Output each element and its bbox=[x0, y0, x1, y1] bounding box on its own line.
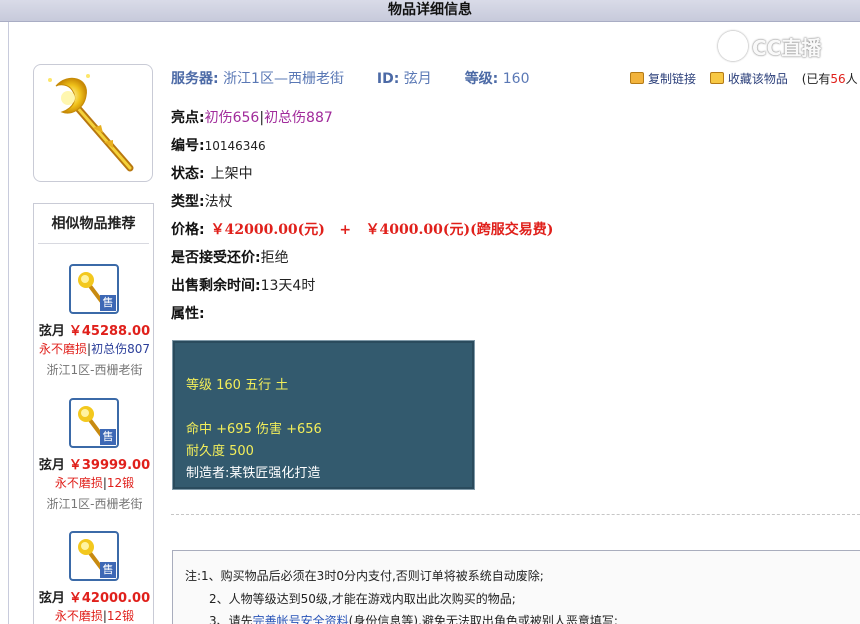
price-row: 价格: ￥42000.00(元) + ￥4000.00(元)(跨服交易费) bbox=[171, 220, 553, 240]
favorite-button[interactable]: 收藏该物品 bbox=[728, 72, 788, 86]
favorite-icon bbox=[709, 72, 724, 84]
sell-badge: 售 bbox=[100, 429, 116, 445]
notes-box: 注:1、购买物品后必须在3时0分内支付,否则订单将被系统自动废除; 2、人物等级… bbox=[172, 550, 860, 624]
sell-badge: 售 bbox=[100, 295, 116, 311]
counteroffer-row: 是否接受还价:拒绝 bbox=[171, 248, 289, 268]
rec-item-tag: 12锻 bbox=[106, 609, 135, 623]
server-label: 服务器: bbox=[171, 71, 219, 87]
rec-item-icon-1[interactable]: 售 bbox=[69, 264, 119, 314]
item-actions: 复制链接 收藏该物品 (已有56人 bbox=[630, 70, 858, 87]
remaining-label: 出售剩余时间: bbox=[171, 278, 261, 294]
price-fee: ￥4000.00(元)(跨服交易费) bbox=[365, 222, 554, 238]
rec-item-tag: 初总伤807 bbox=[91, 342, 150, 356]
rec-item-tags-2: 永不磨损|12锻 bbox=[34, 474, 155, 491]
attr-level-element: 等级 160 五行 土 bbox=[186, 378, 289, 393]
rec-item-tag: 永不磨损 bbox=[54, 476, 103, 490]
status-value: 上架中 bbox=[210, 166, 253, 182]
counteroffer-value: 拒绝 bbox=[260, 250, 289, 266]
note-line-1: 注:1、购买物品后必须在3时0分内支付,否则订单将被系统自动废除; bbox=[185, 569, 544, 583]
highlight-tag: 初总伤887 bbox=[264, 110, 333, 126]
page-title: 物品详细信息 bbox=[0, 0, 860, 22]
price-plus: + bbox=[339, 222, 352, 238]
rec-item-icon-2[interactable]: 售 bbox=[69, 398, 119, 448]
rec-item-name: 弦月 bbox=[38, 591, 65, 606]
counteroffer-label: 是否接受还价: bbox=[171, 250, 261, 266]
rec-item-price: ￥45288.00 bbox=[68, 324, 151, 339]
status-row: 状态: 上架中 bbox=[171, 164, 253, 184]
rec-item-tag: 永不磨损 bbox=[39, 342, 88, 356]
id-label: ID: bbox=[376, 71, 400, 87]
rec-item-price: ￥42000.00 bbox=[68, 591, 151, 606]
rec-item-tags-1: 永不磨损|初总伤807 bbox=[34, 340, 155, 357]
attr-maker: 制造者:某铁匠强化打造 bbox=[186, 466, 321, 481]
sell-badge: 售 bbox=[100, 562, 116, 578]
server-value: 浙江1区—西栅老街 bbox=[223, 71, 344, 87]
rec-item-name: 弦月 bbox=[38, 458, 65, 473]
item-image bbox=[33, 64, 153, 182]
highlight-row: 亮点:初伤656|初总伤887 bbox=[171, 108, 333, 128]
attributes-row: 属性: bbox=[171, 304, 205, 324]
note-line-3-prefix: 3、请先 bbox=[209, 614, 253, 624]
note-line-2: 2、人物等级达到50级,才能在游戏内取出此次购买的物品; bbox=[209, 592, 516, 606]
highlight-tag: 初伤656 bbox=[204, 110, 260, 126]
rec-item-tag: 永不磨损 bbox=[54, 609, 103, 623]
rec-item-title-2[interactable]: 弦月 ￥39999.00 bbox=[34, 454, 155, 473]
serial-value: 10146346 bbox=[204, 139, 266, 153]
attributes-panel: 等级 160 五行 土 命中 +695 伤害 +656 耐久度 500 制造者:… bbox=[172, 340, 475, 490]
type-label: 类型: bbox=[171, 194, 205, 210]
remaining-row: 出售剩余时间:13天4时 bbox=[171, 276, 315, 296]
complete-security-info-link[interactable]: 完善帐号安全资料 bbox=[253, 614, 349, 624]
attr-durability: 耐久度 500 bbox=[186, 444, 254, 459]
rec-item-tag: 12锻 bbox=[106, 476, 135, 490]
attr-hit-damage: 命中 +695 伤害 +656 bbox=[186, 422, 322, 437]
rec-item-server-2: 浙江1区-西栅老街 bbox=[46, 497, 143, 511]
level-label: 等级: bbox=[464, 71, 499, 87]
rec-item-title-3[interactable]: 弦月 ￥42000.00 bbox=[34, 587, 155, 606]
attributes-label: 属性: bbox=[171, 306, 205, 322]
similar-items-title: 相似物品推荐 bbox=[38, 204, 149, 244]
highlight-label: 亮点: bbox=[171, 110, 205, 126]
note-line-3: 3、请先完善帐号安全资料(身份信息等),避免无法取出角色或被别人恶意填写; bbox=[209, 612, 618, 624]
watermark-text: CC直播 bbox=[752, 35, 822, 60]
item-header: 服务器: 浙江1区—西栅老街 ID: 弦月 等级: 160 bbox=[171, 68, 529, 88]
fav-count: 56 bbox=[830, 72, 846, 86]
price-value: ￥42000.00(元) bbox=[210, 222, 325, 238]
type-row: 类型:法杖 bbox=[171, 192, 233, 212]
rec-item-icon-3[interactable]: 售 bbox=[69, 531, 119, 581]
remaining-value: 13天4时 bbox=[260, 278, 316, 294]
section-divider bbox=[171, 514, 860, 515]
similar-items-panel: 相似物品推荐 售 弦月 ￥45288.00 永不磨损|初总伤807 浙江1区-西栅… bbox=[33, 203, 154, 624]
serial-row: 编号:10146346 bbox=[171, 136, 266, 156]
id-value: 弦月 bbox=[403, 71, 432, 87]
fav-count-prefix: (已有 bbox=[801, 72, 831, 86]
type-value: 法杖 bbox=[204, 194, 233, 210]
price-label: 价格: bbox=[171, 222, 205, 238]
rec-item-name: 弦月 bbox=[38, 324, 65, 339]
level-value: 160 bbox=[502, 71, 530, 87]
note-line-3-suffix: (身份信息等),避免无法取出角色或被别人恶意填写; bbox=[348, 614, 618, 624]
copy-link-button[interactable]: 复制链接 bbox=[648, 72, 696, 86]
rec-item-server-1: 浙江1区-西栅老街 bbox=[46, 363, 143, 377]
fav-count-suffix: 人 bbox=[845, 72, 858, 86]
serial-label: 编号: bbox=[171, 138, 205, 154]
watermark: CC直播 bbox=[718, 30, 821, 62]
rec-item-title-1[interactable]: 弦月 ￥45288.00 bbox=[34, 320, 155, 339]
page-border bbox=[8, 22, 9, 624]
magic-staff-icon bbox=[48, 74, 134, 172]
rec-item-price: ￥39999.00 bbox=[68, 458, 151, 473]
cc-logo-icon bbox=[718, 31, 748, 61]
copy-link-icon bbox=[630, 72, 644, 84]
rec-item-tags-3: 永不磨损|12锻 bbox=[34, 607, 155, 624]
status-label: 状态: bbox=[171, 166, 205, 182]
